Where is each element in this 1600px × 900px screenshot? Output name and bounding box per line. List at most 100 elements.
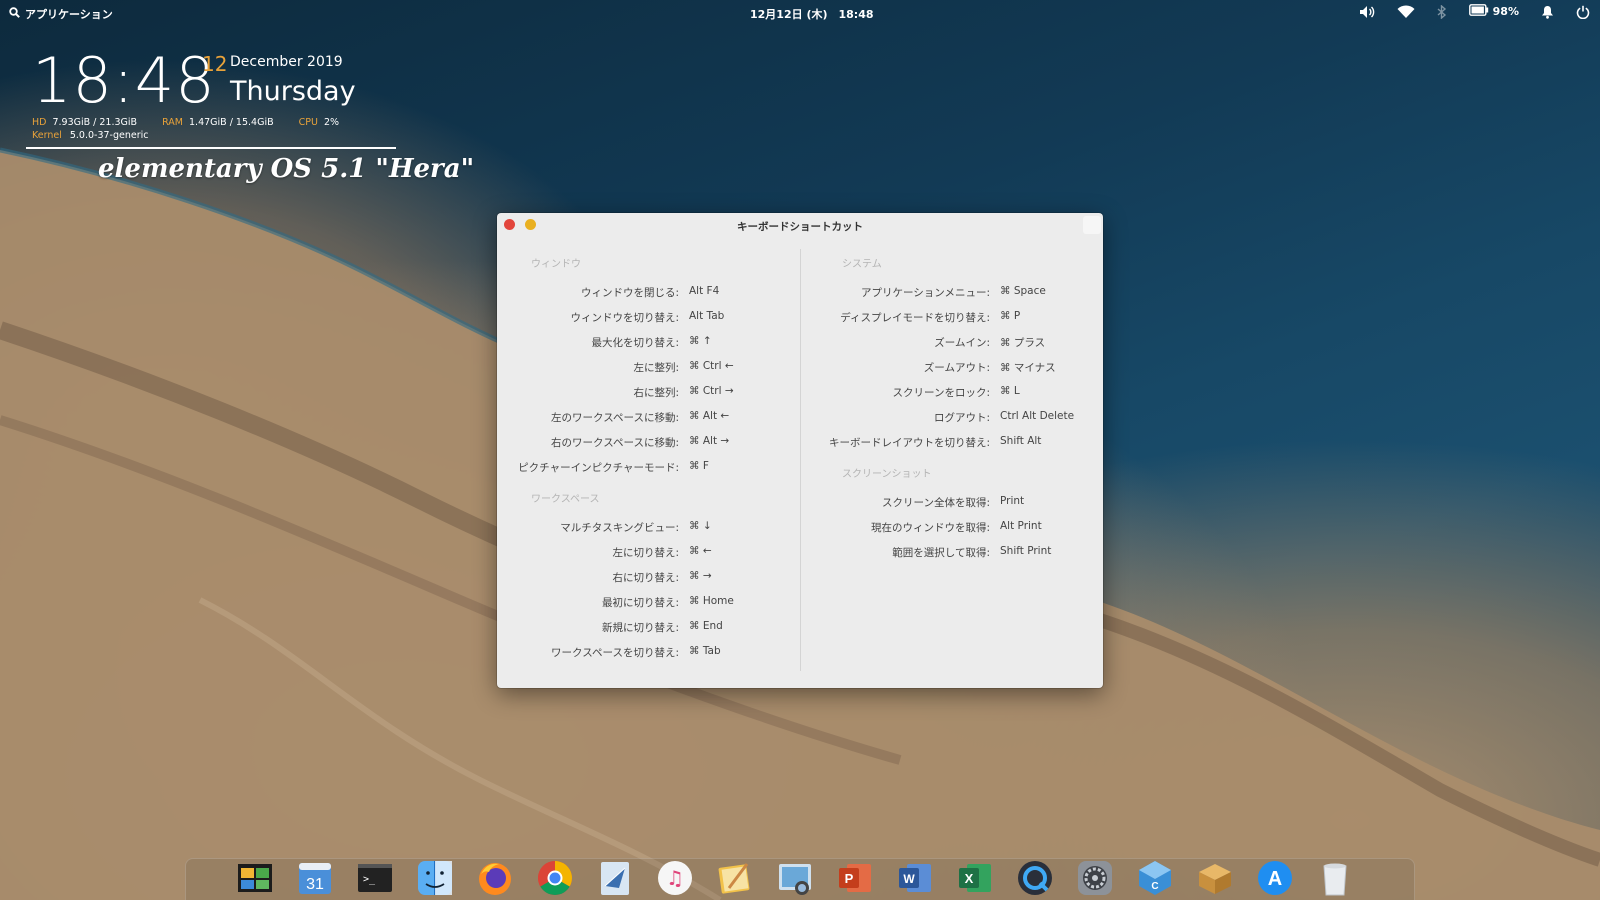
date-time-indicator[interactable]: 12月12日 (木) 18:48 [750, 6, 874, 22]
dock-item-firefox[interactable] [474, 857, 515, 898]
dock-item-word[interactable]: W [894, 857, 935, 898]
widget-kernel: Kernel 5.0.0-37-generic [32, 130, 149, 141]
volume-icon[interactable] [1359, 5, 1375, 19]
shortcut-label: ピクチャーインピクチャーモード: [518, 462, 679, 474]
widget-divider [26, 147, 396, 149]
shortcut-keys: Print [1000, 495, 1025, 507]
shortcut-label: ワークスペースを切り替え: [551, 647, 679, 659]
word-letter: W [903, 872, 915, 886]
dock-item-code-editor[interactable]: C [1134, 857, 1175, 898]
dock-item-finder[interactable] [414, 857, 455, 898]
shortcut-label: スクリーンをロック: [892, 387, 990, 399]
powerpoint-letter: P [844, 871, 853, 886]
code-editor-letter: C [1151, 881, 1158, 892]
shortcut-keys: ⌘ ← [689, 545, 712, 557]
shortcut-label: マルチタスキングビュー: [560, 522, 679, 534]
calendar-icon: 31 [298, 862, 331, 894]
dock-item-powerpoint[interactable]: P [834, 857, 875, 898]
app-store-icon: A [1257, 860, 1292, 895]
bluetooth-icon[interactable] [1437, 4, 1447, 19]
hd-label: HD [32, 117, 47, 128]
widget-stats: HD 7.93GiB / 21.3GiB RAM 1.47GiB / 15.4GiB… [32, 117, 361, 128]
kernel-label: Kernel [32, 130, 62, 141]
dock-item-mail[interactable] [594, 857, 635, 898]
calendar-day-text: 31 [306, 876, 324, 893]
shortcut-keys: Alt Tab [689, 310, 725, 322]
shortcut-label: 最大化を切り替え: [591, 337, 679, 349]
shortcut-label: 最初に切り替え: [601, 597, 679, 609]
kernel-value: 5.0.0-37-generic [69, 130, 149, 141]
dock-item-terminal[interactable]: >_ [354, 857, 395, 898]
shortcut-keys: ⌘ マイナス [1000, 362, 1056, 374]
widget-day-number: 12 [202, 52, 228, 76]
applications-menu-button[interactable]: アプリケーション [9, 6, 113, 22]
finder-icon [417, 860, 452, 895]
shortcut-keys: ⌘ P [1000, 310, 1021, 322]
dock-item-calendar[interactable]: 31 [294, 857, 335, 898]
top-panel: アプリケーション 12月12日 (木) 18:48 98% [0, 0, 1600, 26]
notifications-icon[interactable] [1541, 5, 1554, 19]
wifi-icon[interactable] [1397, 4, 1415, 19]
section-header-screenshot: スクリーンショット [842, 469, 932, 480]
shortcut-keys: ⌘ Space [1000, 285, 1046, 297]
section-header-window: ウィンドウ [531, 259, 581, 270]
image-viewer-icon [778, 863, 811, 895]
dock-item-notes[interactable] [714, 857, 755, 898]
terminal-prompt-text: >_ [363, 874, 376, 885]
shortcut-label: 新規に切り替え: [601, 622, 679, 634]
dock-item-chrome[interactable] [534, 857, 575, 898]
firefox-icon [478, 862, 511, 895]
indicator-area: 98% [1359, 4, 1590, 19]
system-settings-icon [1077, 860, 1112, 895]
shortcut-label: 左に整列: [633, 362, 679, 374]
excel-icon: X [958, 863, 991, 892]
section-header-system: システム [842, 259, 882, 270]
battery-indicator[interactable]: 98% [1468, 4, 1519, 19]
trash-icon [1322, 863, 1347, 895]
maximize-button[interactable] [1083, 216, 1101, 234]
shortcut-keys: ⌘ Ctrl → [689, 385, 734, 397]
dialog-titlebar[interactable]: キーボードショートカット [497, 213, 1103, 237]
hd-value: 7.93GiB / 21.3GiB [52, 117, 138, 128]
code-editor-icon: C [1138, 860, 1171, 895]
dock-item-excel[interactable]: X [954, 857, 995, 898]
shortcut-label: キーボードレイアウトを切り替え: [828, 437, 990, 449]
shortcut-keys: ⌘ Alt ← [689, 410, 730, 422]
word-icon: W [898, 863, 931, 892]
power-icon[interactable] [1576, 5, 1590, 19]
dock-item-package-installer[interactable] [1194, 857, 1235, 898]
dock-item-app-store[interactable]: A [1254, 857, 1295, 898]
shortcut-label: ズームアウト: [923, 362, 990, 374]
dock-item-file-manager[interactable] [234, 857, 275, 898]
shortcut-keys: Alt Print [1000, 520, 1042, 532]
keyboard-shortcuts-dialog: キーボードショートカット ウィンドウ ウィンドウを閉じる: Alt F4 ウィンド… [497, 213, 1103, 688]
dock-item-quicktime[interactable] [1014, 857, 1055, 898]
dock-item-trash[interactable] [1314, 857, 1355, 898]
terminal-icon: >_ [357, 863, 392, 892]
package-installer-icon [1198, 863, 1231, 894]
file-manager-icon [237, 863, 272, 892]
ram-value: 1.47GiB / 15.4GiB [189, 117, 274, 128]
app-store-letter: A [1267, 868, 1281, 890]
chrome-icon [537, 860, 572, 895]
shortcut-label: アプリケーションメニュー: [860, 287, 990, 299]
shortcut-keys: Shift Print [1000, 545, 1052, 557]
mail-icon [600, 861, 629, 895]
dock-item-system-settings[interactable] [1074, 857, 1115, 898]
shortcut-keys: ⌘ Alt → [689, 435, 730, 447]
dock-item-image-viewer[interactable] [774, 857, 815, 898]
shortcut-label: 右に切り替え: [612, 572, 679, 584]
music-icon: ♫ [657, 860, 692, 895]
shortcut-keys: ⌘ Ctrl ← [689, 360, 734, 372]
shortcut-keys: Alt F4 [689, 285, 720, 297]
shortcut-label: ウィンドウを切り替え: [570, 312, 679, 324]
dialog-title: キーボードショートカット [737, 221, 863, 233]
shortcut-label: 右に整列: [633, 387, 679, 399]
shortcut-keys: ⌘ Home [689, 595, 734, 607]
shortcut-keys: ⌘ L [1000, 385, 1020, 397]
dock-item-music[interactable]: ♫ [654, 857, 695, 898]
shortcut-keys: ⌘ → [689, 570, 712, 582]
shortcut-label: 左のワークスペースに移動: [551, 412, 679, 424]
shortcut-label: ディスプレイモードを切り替え: [840, 312, 990, 324]
shortcut-label: ズームイン: [934, 337, 990, 349]
